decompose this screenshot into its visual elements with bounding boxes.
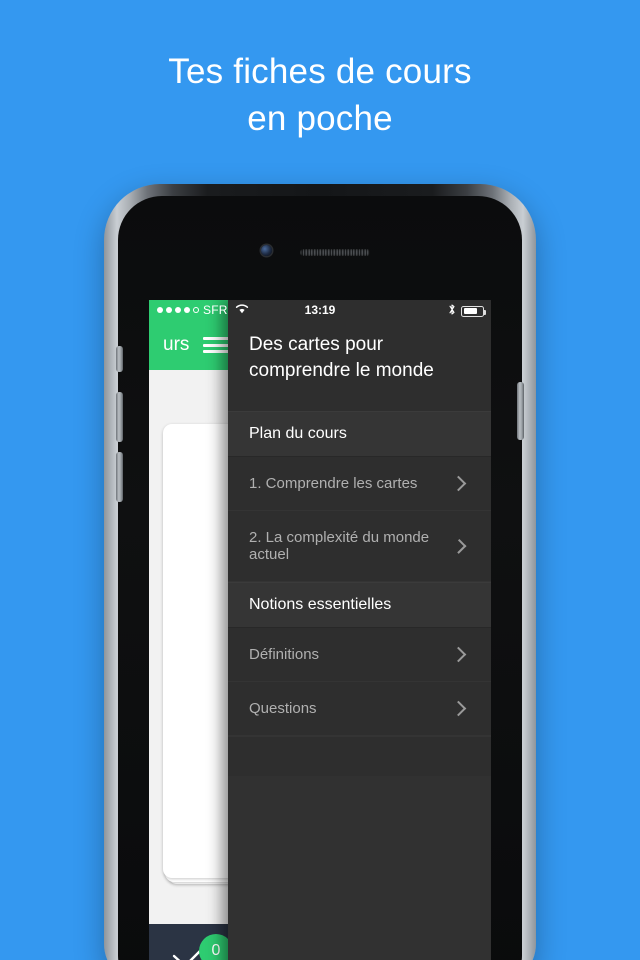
status-bar-clock: 13:19 [304, 303, 336, 317]
battery-icon [461, 305, 486, 317]
outline-item-questions[interactable]: Questions [228, 682, 491, 736]
outline-bottom-spacer [228, 736, 491, 776]
hamburger-menu-icon[interactable] [203, 335, 230, 355]
status-bar-right [448, 303, 486, 319]
promo-headline: Tes fiches de cours en poche [0, 48, 640, 142]
bluetooth-icon [448, 303, 456, 319]
chevron-right-icon [450, 646, 467, 663]
outline-item-definitions[interactable]: Définitions [228, 628, 491, 682]
silent-switch[interactable] [116, 346, 123, 372]
volume-down-button[interactable] [116, 452, 123, 502]
section-header-notions: Notions essentielles [228, 582, 491, 628]
headline-line-1: Tes fiches de cours [168, 52, 472, 91]
chevron-right-icon [450, 475, 467, 492]
outline-item-label: Définitions [249, 646, 320, 663]
known-cards-control[interactable]: 0 [171, 934, 233, 960]
front-camera-icon [261, 245, 272, 256]
outline-item-chapter-2[interactable]: 2. La complexité du monde actuel [228, 511, 491, 582]
outline-empty-area [228, 776, 491, 960]
volume-up-button[interactable] [116, 392, 123, 442]
phone-screen: urs 0 Des cartes pour comprendre le mond… [149, 300, 491, 960]
app-nav-title: urs [163, 334, 190, 355]
outline-item-label: 1. Comprendre les cartes [249, 475, 418, 492]
phone-bezel: urs 0 Des cartes pour comprendre le mond… [116, 196, 524, 960]
course-title: Des cartes pour comprendre le monde [249, 334, 434, 381]
outline-item-label: 2. La complexité du monde actuel [249, 529, 430, 563]
outline-item-chapter-1[interactable]: 1. Comprendre les cartes [228, 457, 491, 511]
ios-status-bar: SFR 13:19 [149, 300, 491, 320]
phone-device-mockup: urs 0 Des cartes pour comprendre le mond… [104, 184, 536, 960]
course-title-header: Des cartes pour comprendre le monde [228, 320, 491, 400]
chevron-right-icon [450, 700, 467, 717]
power-button[interactable] [517, 382, 524, 440]
earpiece-speaker-icon [300, 249, 370, 256]
outline-item-label: Questions [249, 700, 317, 717]
headline-line-2: en poche [247, 99, 393, 138]
section-header-plan: Plan du cours [228, 411, 491, 457]
course-outline-body: Plan du cours 1. Comprendre les cartes 2… [228, 411, 491, 960]
course-outline-panel: Des cartes pour comprendre le monde Plan… [228, 300, 491, 960]
